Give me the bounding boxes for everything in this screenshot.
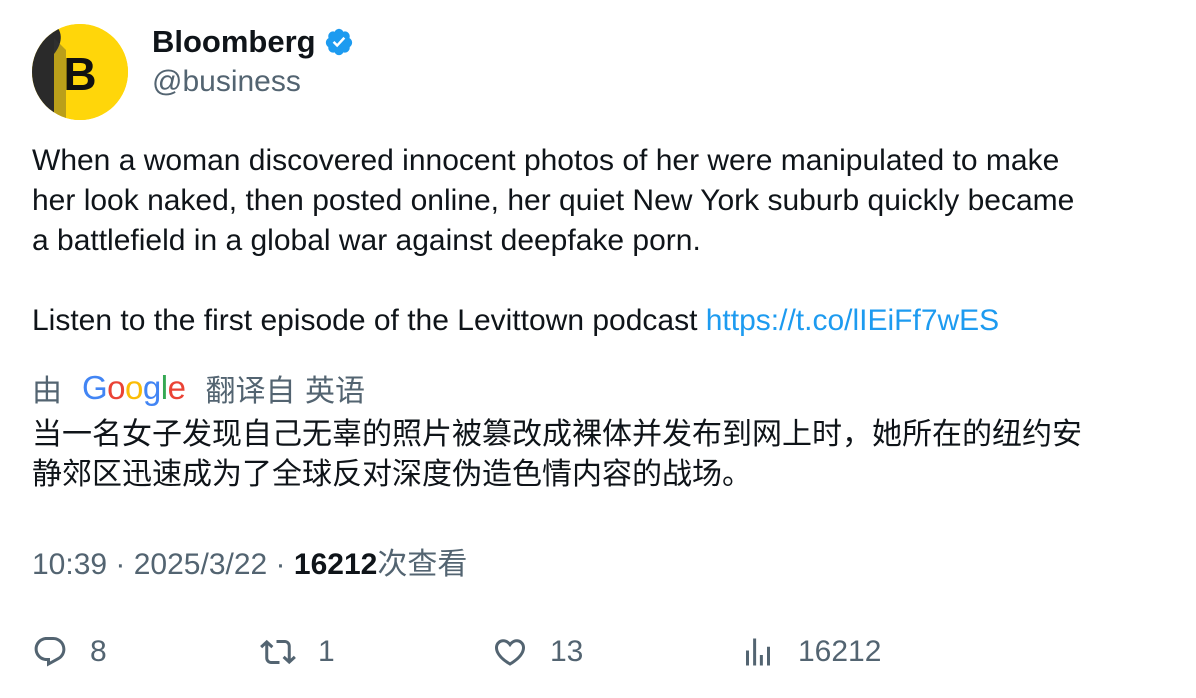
retweet-icon <box>260 639 296 665</box>
translated-line: 当一名女子发现自己无辜的照片被篡改成裸体并发布到网上时，她所在的纽约安 <box>32 417 1082 452</box>
views-count: 16212 <box>798 635 882 668</box>
tweet-line: her look naked, then posted online, her … <box>32 184 1075 217</box>
view-count-label: 次查看 <box>377 547 468 582</box>
tweet-date[interactable]: 2025/3/22 <box>134 548 267 581</box>
views-chart-icon <box>746 638 770 666</box>
view-count: 16212 <box>293 548 378 581</box>
like-button[interactable]: 13 <box>492 628 583 676</box>
google-logo: Google <box>82 369 186 406</box>
meta-separator: · <box>107 548 134 581</box>
tweet-line: When a woman discovered innocent photos … <box>32 144 1060 177</box>
like-count: 13 <box>550 635 584 668</box>
translation-suffix: 翻译自 英语 <box>205 374 365 409</box>
translated-line: 静郊区迅速成为了全球反对深度伪造色情内容的战场。 <box>32 457 752 492</box>
retweet-count: 1 <box>318 635 335 668</box>
tweet-meta: 10:39 · 2025/3/22 · 16212次查看 <box>32 545 467 585</box>
translation-attribution: 由 Google 翻译自 英语 <box>32 366 365 410</box>
tweet-line-listen: Listen to the first episode of the Levit… <box>32 301 1172 341</box>
translated-text: 当一名女子发现自己无辜的照片被篡改成裸体并发布到网上时，她所在的纽约安 静郊区迅… <box>32 415 1172 495</box>
author-name-row[interactable]: Bloomberg <box>152 22 354 62</box>
meta-separator: · <box>267 548 294 581</box>
verified-badge-icon <box>324 27 354 57</box>
author-handle[interactable]: @business <box>152 62 301 102</box>
podcast-link[interactable]: https://t.co/lIEiFf7wES <box>706 304 999 337</box>
translation-prefix: 由 <box>32 374 62 409</box>
tweet-line: a battlefield in a global war against de… <box>32 224 701 257</box>
reply-count: 8 <box>90 635 107 668</box>
listen-text: Listen to the first episode of the Levit… <box>32 304 706 337</box>
avatar[interactable]: B <box>32 24 128 120</box>
retweet-button[interactable]: 1 <box>260 628 335 676</box>
reply-icon <box>34 637 66 667</box>
tweet-time[interactable]: 10:39 <box>32 548 107 581</box>
like-icon <box>494 639 526 666</box>
action-bar: 8 1 13 16212 <box>0 628 1196 678</box>
author-name[interactable]: Bloomberg <box>152 22 316 62</box>
avatar-letter: B <box>63 48 96 100</box>
tweet-text: When a woman discovered innocent photos … <box>32 141 1172 341</box>
reply-button[interactable]: 8 <box>32 628 107 676</box>
views-button[interactable]: 16212 <box>740 628 881 676</box>
